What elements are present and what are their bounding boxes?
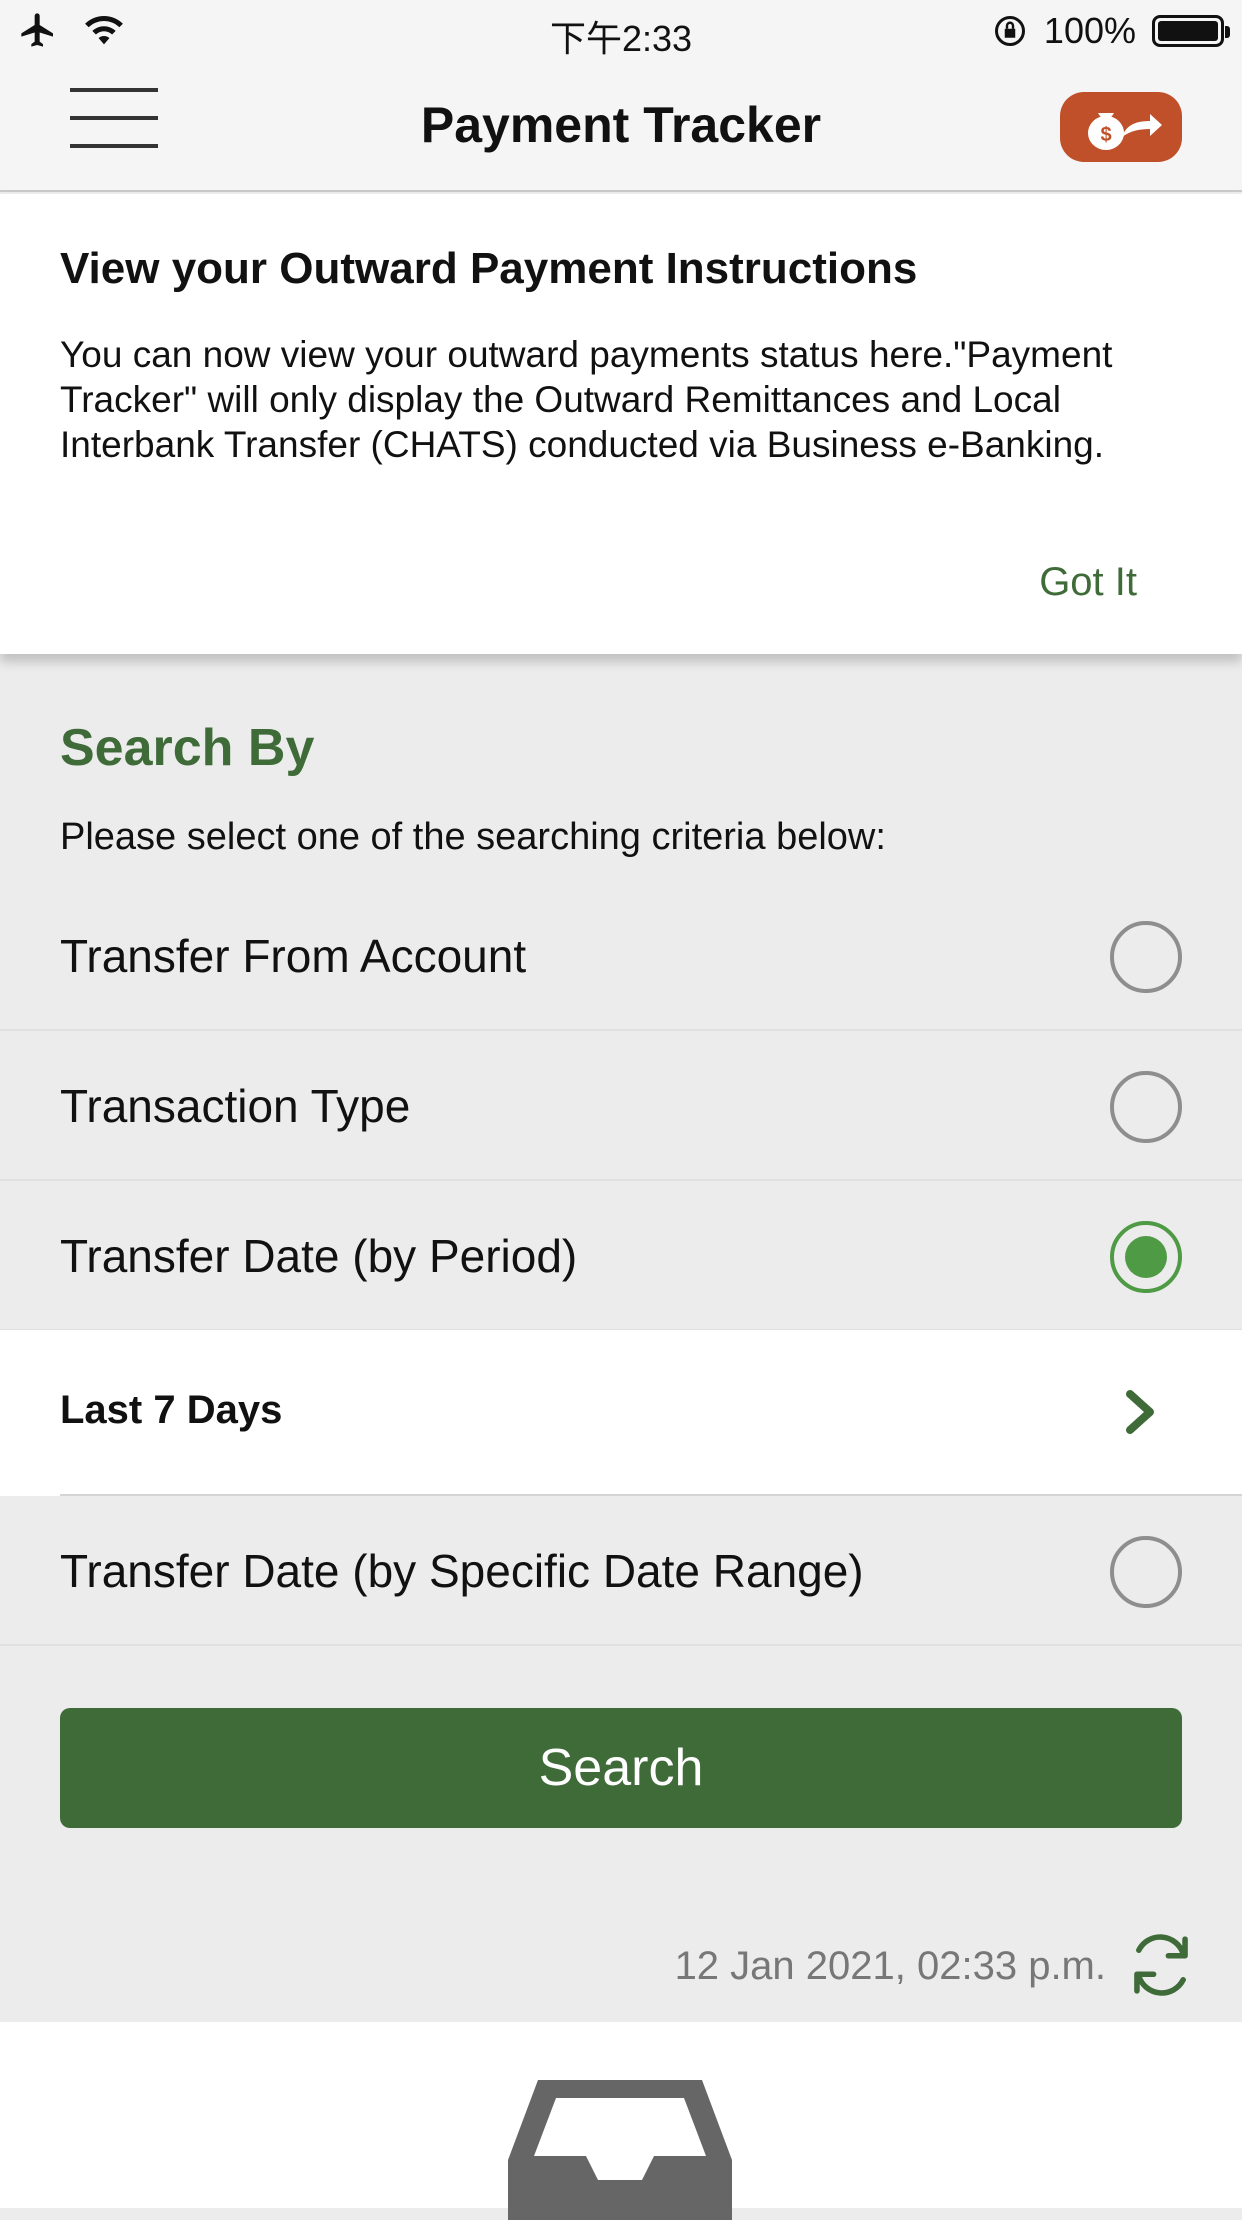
results-area <box>0 2022 1242 2220</box>
option-label: Transfer Date (by Period) <box>60 1230 578 1282</box>
option-transfer-date-period[interactable]: Transfer Date (by Period) <box>0 1181 1242 1331</box>
nav-bar: Payment Tracker $ <box>0 62 1242 192</box>
rotation-lock-icon <box>994 16 1025 46</box>
radio-button[interactable] <box>1110 921 1182 993</box>
battery-icon <box>1152 15 1230 47</box>
radio-button[interactable] <box>1110 1536 1182 1608</box>
search-section: Search By Please select one of the searc… <box>0 688 1242 2022</box>
status-bar: 下午2:33 100% <box>0 0 1242 62</box>
status-right: 100% <box>992 10 1230 52</box>
money-bag-arrow-icon: $ <box>1088 113 1162 150</box>
option-label: Transaction Type <box>60 1080 411 1132</box>
info-body: You can now view your outward payments s… <box>60 334 1113 465</box>
period-selector[interactable]: Last 7 Days <box>0 1330 1242 1496</box>
option-transfer-from-account[interactable]: Transfer From Account <box>0 881 1242 1031</box>
battery-percent: 100% <box>1043 10 1136 51</box>
period-value: Last 7 Days <box>60 1388 283 1432</box>
radio-button[interactable] <box>1110 1071 1182 1143</box>
page-title: Payment Tracker <box>420 97 822 153</box>
chevron-right-icon <box>1126 1390 1154 1434</box>
refresh-icon[interactable] <box>1124 1928 1198 2002</box>
radio-button-selected[interactable] <box>1110 1221 1182 1293</box>
last-updated-timestamp: 12 Jan 2021, 02:33 p.m. <box>674 1944 1106 1988</box>
option-transfer-date-range[interactable]: Transfer Date (by Specific Date Range) <box>0 1496 1242 1646</box>
got-it-button[interactable]: Got It <box>1039 560 1137 605</box>
info-title: View your Outward Payment Instructions <box>60 244 918 293</box>
inbox-tray-icon <box>508 2080 732 2220</box>
option-label: Transfer Date (by Specific Date Range) <box>60 1545 864 1597</box>
payment-action-button[interactable]: $ <box>1060 92 1182 162</box>
option-transaction-type[interactable]: Transaction Type <box>0 1031 1242 1181</box>
search-button[interactable]: Search <box>60 1708 1182 1828</box>
option-label: Transfer From Account <box>60 930 527 982</box>
info-card: View your Outward Payment Instructions Y… <box>0 194 1242 654</box>
search-subtitle: Please select one of the searching crite… <box>60 816 886 858</box>
search-heading: Search By <box>60 719 315 777</box>
svg-text:$: $ <box>1100 124 1111 146</box>
